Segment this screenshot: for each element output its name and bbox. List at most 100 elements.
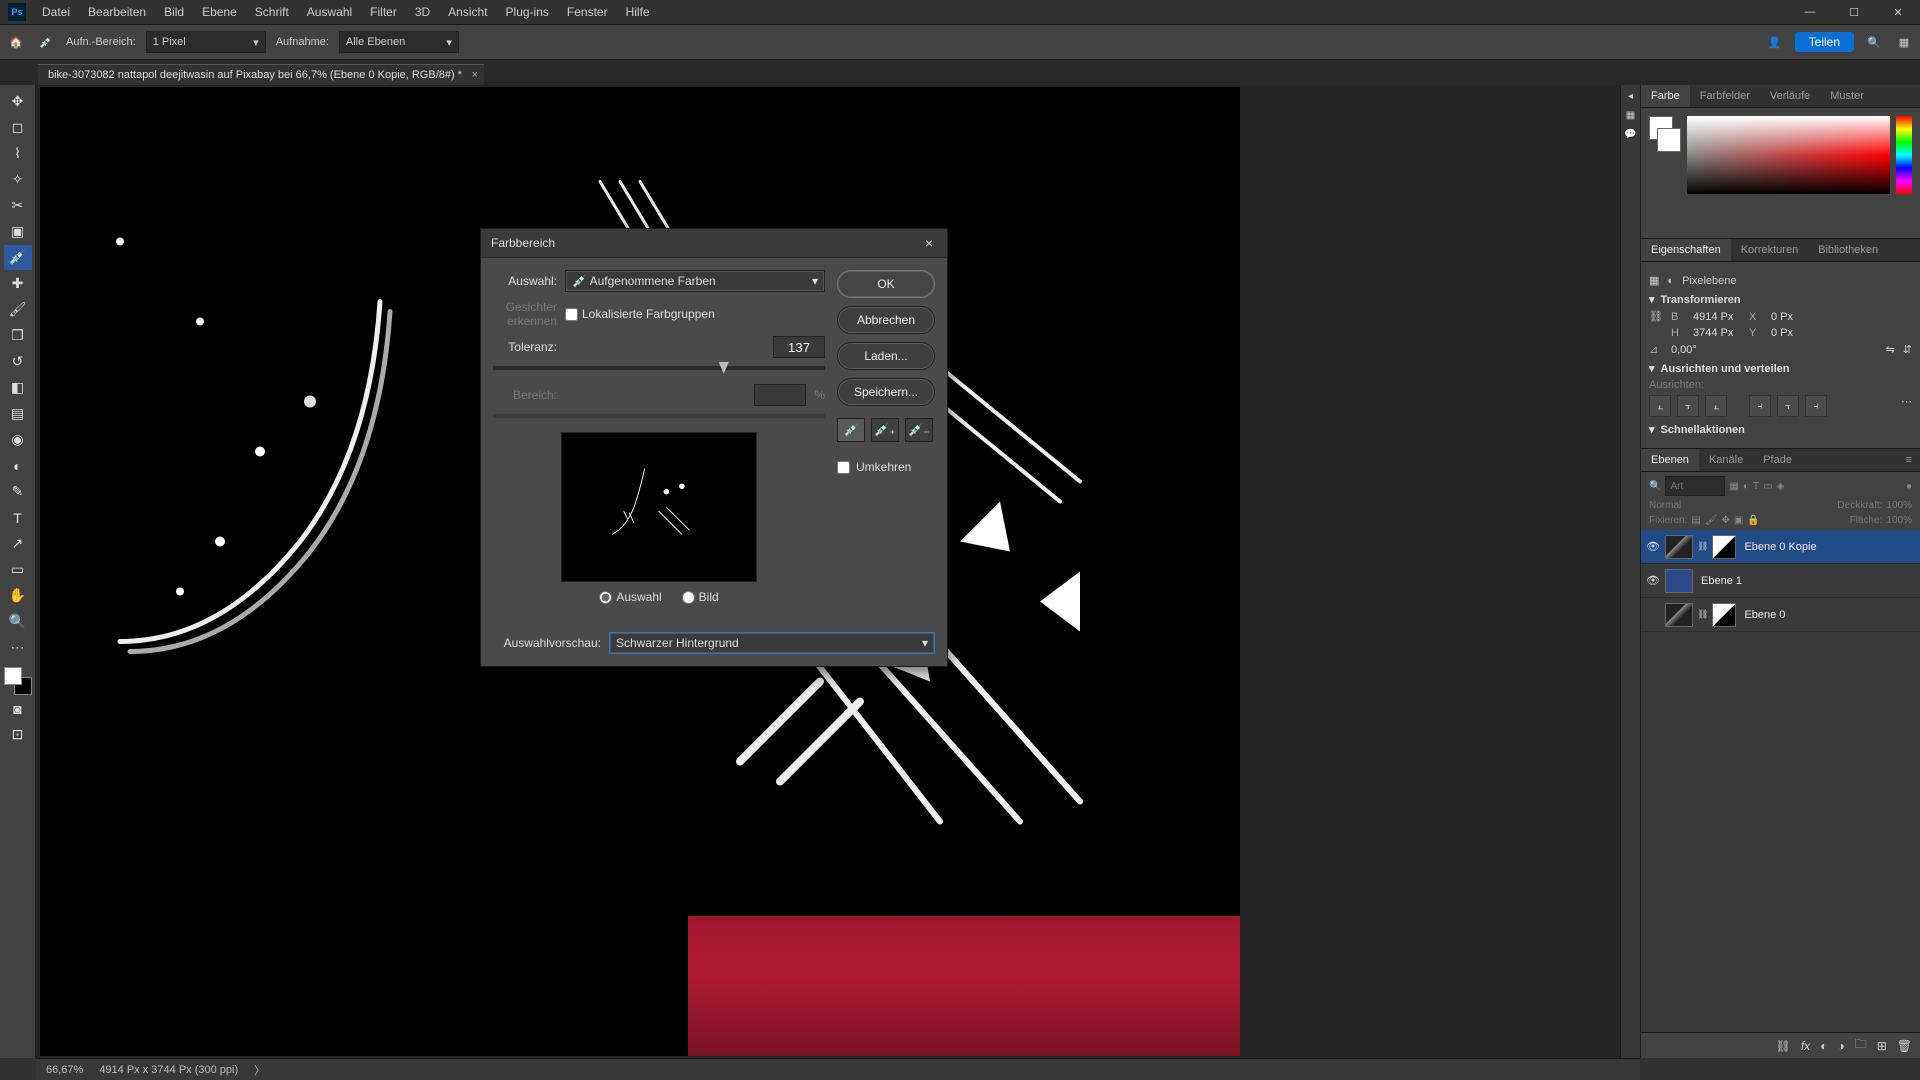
preview-thumbnail[interactable] (561, 432, 757, 582)
link-layers-icon[interactable]: ⛓ (1776, 1039, 1791, 1053)
type-tool[interactable]: T (4, 505, 32, 530)
menu-plugins[interactable]: Plug-ins (498, 3, 557, 21)
rectangle-tool[interactable]: ▭ (4, 557, 32, 582)
stamp-tool[interactable]: ❒ (4, 323, 32, 348)
localized-checkbox[interactable]: Lokalisierte Farbgruppen (565, 307, 715, 321)
align-header[interactable]: ▾ Ausrichten und verteilen (1649, 362, 1912, 375)
tab-color[interactable]: Farbe (1641, 85, 1690, 107)
frame-tool[interactable]: ▣ (4, 219, 32, 244)
tab-close-icon[interactable]: × (472, 69, 478, 81)
collapsed-panel-icon[interactable]: 💬 (1624, 129, 1636, 140)
radio-selection[interactable]: Auswahl (599, 590, 661, 604)
filter-type-icon[interactable]: T (1753, 481, 1759, 492)
history-brush-tool[interactable]: ↺ (4, 349, 32, 374)
radio-image[interactable]: Bild (682, 590, 719, 604)
gradient-tool[interactable]: ▤ (4, 401, 32, 426)
save-button[interactable]: Speichern... (837, 378, 935, 406)
sampled-colors-select[interactable]: 💉 Aufgenommene Farben ▾ (565, 270, 825, 292)
layer-visibility-icon[interactable]: 👁 (1645, 574, 1661, 587)
align-center-h-icon[interactable]: ⫟ (1677, 395, 1699, 417)
minimize-button[interactable]: — (1788, 0, 1832, 24)
tab-patterns[interactable]: Muster (1820, 85, 1874, 107)
marquee-tool[interactable]: ◻ (4, 115, 32, 140)
menu-filter[interactable]: Filter (362, 3, 405, 21)
y-value[interactable]: 0 Px (1771, 327, 1819, 339)
layer-mask-link-icon[interactable]: ⛓ (1697, 541, 1708, 552)
layer-row[interactable]: 👁 Ebene 1 (1641, 564, 1920, 598)
color-swatches[interactable] (4, 667, 32, 695)
tab-paths[interactable]: Pfade (1753, 449, 1802, 471)
lasso-tool[interactable]: ⌇ (4, 141, 32, 166)
ok-button[interactable]: OK (837, 270, 935, 298)
layer-thumbnail[interactable] (1665, 535, 1693, 559)
zoom-tool[interactable]: 🔍 (4, 609, 32, 634)
dodge-tool[interactable]: ◐ (4, 453, 32, 478)
filter-pixel-icon[interactable]: ▦ (1729, 481, 1738, 492)
menu-view[interactable]: Ansicht (440, 3, 495, 21)
tab-gradients[interactable]: Verläufe (1760, 85, 1820, 107)
dialog-close-icon[interactable]: × (921, 235, 937, 251)
workspace-icon[interactable]: ▦ (1894, 32, 1914, 52)
invert-checkbox[interactable]: Umkehren (837, 460, 935, 474)
layer-mask-thumbnail[interactable] (1712, 603, 1736, 627)
lock-all-icon[interactable]: 🔒 (1747, 515, 1759, 526)
blur-tool[interactable]: ◉ (4, 427, 32, 452)
align-center-v-icon[interactable]: ⫟ (1777, 395, 1799, 417)
layer-thumbnail[interactable] (1665, 569, 1693, 593)
tab-properties[interactable]: Eigenschaften (1641, 239, 1731, 261)
layer-visibility-icon[interactable]: 👁 (1645, 540, 1661, 553)
layer-filter-select[interactable] (1665, 476, 1725, 496)
hue-slider[interactable] (1896, 116, 1912, 194)
collapsed-panel-icon[interactable]: ▦ (1626, 110, 1635, 121)
flip-v-icon[interactable]: ⇵ (1903, 343, 1912, 356)
height-value[interactable]: 3744 Px (1693, 327, 1741, 339)
align-more-icon[interactable]: ⋯ (1901, 395, 1912, 417)
layer-name[interactable]: Ebene 1 (1701, 575, 1742, 587)
new-adjustment-icon[interactable]: ◑ (1837, 1039, 1844, 1053)
filter-adjust-icon[interactable]: ◐ (1743, 481, 1749, 492)
pen-tool[interactable]: ✎ (4, 479, 32, 504)
brush-tool[interactable]: 🖌 (4, 297, 32, 322)
eraser-tool[interactable]: ◧ (4, 375, 32, 400)
menu-3d[interactable]: 3D (407, 3, 438, 21)
cancel-button[interactable]: Abbrechen (837, 306, 935, 334)
fill-value[interactable]: 100% (1886, 515, 1912, 526)
eyedropper-subtract-icon[interactable]: 💉₋ (905, 418, 933, 442)
crop-tool[interactable]: ✂ (4, 193, 32, 218)
tolerance-input[interactable] (773, 336, 825, 358)
menu-layer[interactable]: Ebene (194, 3, 245, 21)
quick-actions-header[interactable]: ▾ Schnellaktionen (1649, 423, 1912, 436)
layer-thumbnail[interactable] (1665, 603, 1693, 627)
lock-position-icon[interactable]: ✥ (1722, 515, 1730, 526)
menu-type[interactable]: Schrift (247, 3, 297, 21)
tab-layers[interactable]: Ebenen (1641, 449, 1699, 471)
lock-artboard-icon[interactable]: ▣ (1734, 515, 1743, 526)
preview-mode-select[interactable]: Schwarzer Hintergrund ▾ (609, 632, 935, 654)
quick-mask-tool[interactable]: ◙ (4, 696, 32, 721)
sample-area-select[interactable]: 1 Pixel▾ (146, 31, 266, 53)
lock-pixels-icon[interactable]: 🖌 (1705, 515, 1718, 526)
screen-mode-tool[interactable]: ⊡ (4, 722, 32, 747)
layer-mask-thumbnail[interactable] (1712, 535, 1736, 559)
document-tab[interactable]: bike-3073082 nattapol deejitwasin auf Pi… (38, 64, 484, 85)
background-swatch[interactable] (1657, 128, 1681, 152)
eyedropper-sample-icon[interactable]: 💉 (837, 418, 865, 442)
x-value[interactable]: 0 Px (1771, 311, 1819, 323)
hand-tool[interactable]: ✋ (4, 583, 32, 608)
add-mask-icon[interactable]: ◐ (1820, 1039, 1827, 1053)
load-button[interactable]: Laden... (837, 342, 935, 370)
width-value[interactable]: 4914 Px (1693, 311, 1741, 323)
tolerance-slider[interactable] (493, 366, 825, 370)
menu-select[interactable]: Auswahl (299, 3, 360, 21)
eyedropper-tool[interactable]: 💉 (4, 245, 32, 270)
flip-h-icon[interactable]: ⇋ (1886, 343, 1895, 356)
maximize-button[interactable]: ☐ (1832, 0, 1876, 24)
align-top-icon[interactable]: ⫞ (1749, 395, 1771, 417)
search-icon[interactable]: 🔍 (1864, 32, 1884, 52)
panel-menu-icon[interactable]: ≡ (1896, 449, 1920, 471)
filter-shape-icon[interactable]: ▭ (1763, 481, 1772, 492)
blend-mode-select[interactable]: Normal (1649, 500, 1681, 511)
layer-name[interactable]: Ebene 0 (1744, 609, 1785, 621)
lock-transparency-icon[interactable]: ▤ (1691, 515, 1700, 526)
tab-swatches[interactable]: Farbfelder (1690, 85, 1760, 107)
